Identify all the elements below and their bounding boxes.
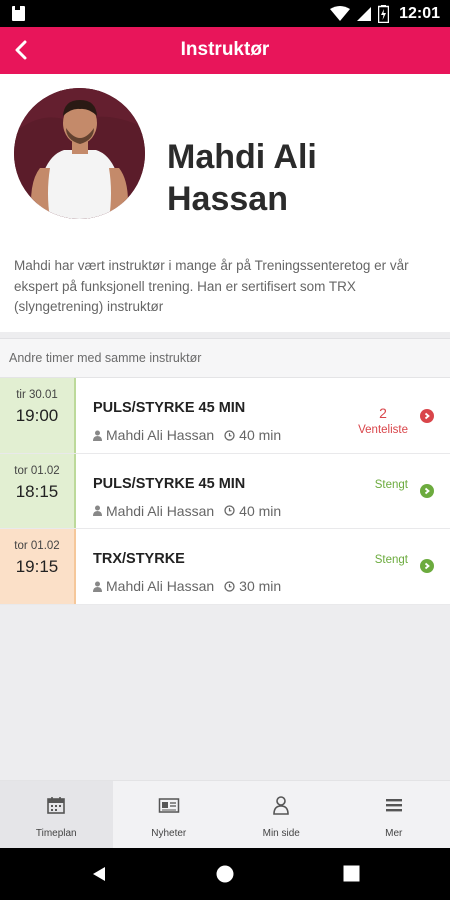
page-title: Instruktør [180, 39, 270, 60]
session-list: tir 30.01 19:00 PULS/STYRKE 45 MIN Mahdi… [0, 378, 450, 605]
session-name: PULS/STYRKE 45 MIN [93, 400, 246, 416]
tab-label: Timeplan [35, 828, 77, 839]
session-row[interactable]: tor 01.02 19:15 TRX/STYRKE Mahdi Ali Has… [0, 529, 450, 605]
session-date: tor 01.02 [14, 464, 60, 477]
tab-label: Mer [385, 828, 403, 839]
sd-card-icon [12, 6, 25, 21]
session-duration: 40 min [239, 502, 282, 519]
chevron-right-icon[interactable] [420, 409, 434, 423]
clock-icon [224, 429, 235, 441]
session-time: 19:15 [15, 557, 59, 576]
session-date-cell: tor 01.02 19:15 [0, 529, 76, 604]
session-duration: 40 min [239, 427, 282, 443]
instructor-bio: Mahdi har vært instruktør i mange år på … [14, 258, 409, 314]
nav-back-icon[interactable] [90, 865, 108, 883]
signal-icon [357, 7, 372, 21]
session-name: PULS/STYRKE 45 MIN [93, 475, 246, 492]
tab-mer[interactable]: Mer [338, 781, 450, 848]
session-status: Stengt [374, 478, 408, 491]
clock-icon [224, 505, 235, 516]
menu-icon [385, 799, 402, 812]
tab-label: Min side [262, 828, 300, 839]
bottom-tab-bar: Timeplan Nyheter Min side Mer [0, 780, 450, 848]
session-duration: 30 min [239, 578, 282, 594]
chevron-right-icon[interactable] [420, 559, 434, 573]
clock: 12:01 [399, 5, 440, 22]
tab-timeplan[interactable]: Timeplan [0, 781, 113, 848]
status-label: Venteliste [358, 424, 408, 436]
news-icon [158, 798, 179, 813]
instructor-name: Mahdi Ali Hassan [167, 138, 317, 218]
session-instructor: Mahdi Ali Hassan [106, 578, 215, 594]
session-instructor: Mahdi Ali Hassan [106, 502, 215, 519]
chevron-right-icon[interactable] [420, 483, 434, 498]
session-time: 19:00 [15, 406, 59, 425]
user-icon [273, 796, 290, 815]
session-date: tir 30.01 [16, 389, 58, 401]
wifi-icon [330, 6, 351, 21]
waitlist-count: 2 [379, 405, 387, 421]
session-meta: Mahdi Ali Hassan 40 min [93, 427, 281, 443]
person-icon [93, 581, 102, 592]
session-status: 2 Venteliste [358, 405, 408, 436]
calendar-icon [47, 797, 66, 814]
session-time: 18:15 [15, 481, 59, 501]
clock-icon [224, 580, 235, 592]
session-row[interactable]: tor 01.02 18:15 PULS/STYRKE 45 MIN Mahdi… [0, 453, 450, 529]
session-row[interactable]: tir 30.01 19:00 PULS/STYRKE 45 MIN Mahdi… [0, 378, 450, 454]
session-status: Stengt [374, 554, 408, 566]
person-icon [93, 505, 102, 516]
session-date-cell: tor 01.02 18:15 [0, 453, 76, 528]
status-bar: 12:01 [0, 0, 450, 27]
session-date: tor 01.02 [14, 540, 60, 552]
instructor-avatar [14, 88, 145, 219]
session-name: TRX/STYRKE [93, 551, 185, 567]
session-meta: Mahdi Ali Hassan 30 min [93, 578, 281, 594]
session-date-cell: tir 30.01 19:00 [0, 378, 76, 453]
battery-icon [378, 5, 390, 23]
instructor-profile: Mahdi Ali Hassan Mahdi har vært instrukt… [0, 74, 450, 332]
tab-label: Nyheter [151, 828, 187, 839]
nav-recents-icon[interactable] [343, 865, 360, 882]
app-bar: Instruktør [0, 27, 450, 74]
person-icon [93, 430, 102, 441]
session-meta: Mahdi Ali Hassan 40 min [93, 503, 281, 519]
tab-min-side[interactable]: Min side [225, 781, 338, 848]
system-nav-bar [0, 848, 450, 900]
nav-home-icon[interactable] [216, 865, 234, 883]
tab-nyheter[interactable]: Nyheter [113, 781, 226, 848]
session-instructor: Mahdi Ali Hassan [106, 427, 215, 443]
section-header: Andre timer med samme instruktør [0, 338, 450, 378]
